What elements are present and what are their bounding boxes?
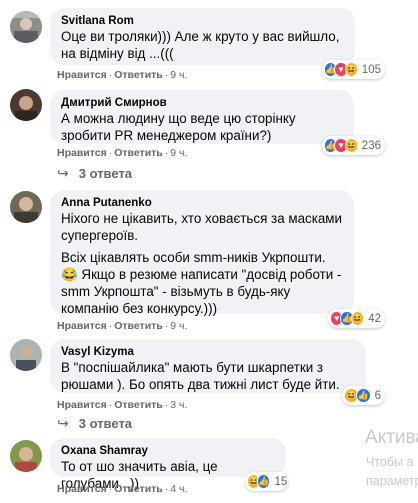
comment-paragraph: Оце ви троляки))) Але ж круто у вас вийш… [61,29,340,61]
like-link[interactable]: Нравится [57,320,107,332]
avatar[interactable] [10,440,42,472]
comment-actions: Нравится · Ответить · 9 ч. [57,320,188,332]
reaction-count: 15 [274,475,288,488]
comment-text: А можна людину що веде цю сторінку зроби… [61,110,343,144]
comment-paragraph: Всіх цікавлять особи smm-ників Укрпошти.… [61,250,342,316]
comment-text: В "поспішайлика" мають бути шкарпетки з … [61,359,355,393]
replies-count: 3 ответа [78,166,133,181]
comment-text: Оце ви троляки))) Але ж круто у вас вийш… [61,28,344,62]
comment-bubble: Дмитрий Смирнов А можна людину що веде ц… [50,90,354,144]
comment-author[interactable]: Anna Putanenko [61,196,343,210]
like-icon: 👍 [257,474,271,489]
reply-link[interactable]: Ответить [114,483,163,495]
comment-actions: Нравится · Ответить · 4 ч. [57,483,188,495]
comment-text: Ніхого не цікавить, хто ховається за мас… [61,210,343,317]
comment-actions: Нравится · Ответить · 3 ч. [57,399,188,411]
reply-link[interactable]: Ответить [114,399,163,411]
comment-time[interactable]: 9 ч. [170,147,187,159]
comment-bubble: Svitlana Rom Оце ви троляки))) Але ж кру… [50,8,355,65]
view-replies-button[interactable]: ↪ 3 ответа [57,165,132,182]
reaction-count: 236 [361,139,381,152]
comment-bubble: Vasyl Kizyma В "поспішайлика" мають бути… [50,339,366,393]
comment-actions: Нравится · Ответить · 9 ч. [57,147,188,159]
comment-paragraph: Ніхого не цікавить, хто ховається за мас… [61,211,342,243]
reply-link[interactable]: Ответить [114,69,163,81]
comment-paragraph: А можна людину що веде цю сторінку зроби… [61,111,296,143]
like-link[interactable]: Нравится [57,483,107,495]
reply-arrow-icon: ↪ [57,415,69,431]
avatar[interactable] [10,191,42,223]
avatar[interactable] [10,339,42,371]
avatar[interactable] [10,11,42,43]
comment-time[interactable]: 3 ч. [170,399,187,411]
haha-icon: 😆 [350,311,365,326]
comment-bubble: Oxana Shamray То от шо значить авіа, це … [50,438,286,491]
reaction-count: 6 [374,389,381,402]
avatar[interactable] [10,89,42,121]
reaction-count: 105 [361,63,381,76]
like-icon: 👍 [355,388,371,403]
comment-actions: Нравится · Ответить · 9 ч. [57,69,188,81]
activation-watermark-line: параметр [366,474,418,488]
reply-link[interactable]: Ответить [114,147,163,159]
like-link[interactable]: Нравится [57,399,107,411]
reaction-summary[interactable]: 👍 ♥ 😆 236 [322,136,385,155]
reaction-summary[interactable]: ♥ 👍 😆 42 [328,309,385,328]
comment-time[interactable]: 4 ч. [170,483,187,495]
replies-count: 3 ответа [78,416,133,431]
comment-paragraph: В "поспішайлика" мають бути шкарпетки з … [61,360,340,392]
comment-time[interactable]: 9 ч. [170,69,187,81]
comment-time[interactable]: 9 ч. [170,320,187,332]
reaction-count: 42 [368,312,382,325]
activation-watermark-line: Чтобы а [366,455,414,469]
reaction-summary[interactable]: 😆 👍 6 [342,386,385,405]
haha-icon: 😆 [344,138,358,153]
reaction-summary[interactable]: 😆 👍 15 [245,472,288,491]
reply-link[interactable]: Ответить [114,320,163,332]
activation-watermark-title: Актива [365,427,418,448]
comment-author[interactable]: Vasyl Kizyma [61,345,355,359]
haha-icon: 😆 [344,62,358,77]
comment-author[interactable]: Svitlana Rom [61,14,344,28]
reaction-summary[interactable]: 👍 ♥ 😆 105 [322,60,385,79]
comment-author[interactable]: Дмитрий Смирнов [61,96,343,110]
view-replies-button[interactable]: ↪ 3 ответа [57,415,132,432]
like-link[interactable]: Нравится [57,69,107,81]
comment-author[interactable]: Oxana Shamray [61,444,275,458]
reply-arrow-icon: ↪ [57,165,69,181]
like-link[interactable]: Нравится [57,147,107,159]
comment-bubble: Anna Putanenko Ніхого не цікавить, хто х… [50,190,354,317]
